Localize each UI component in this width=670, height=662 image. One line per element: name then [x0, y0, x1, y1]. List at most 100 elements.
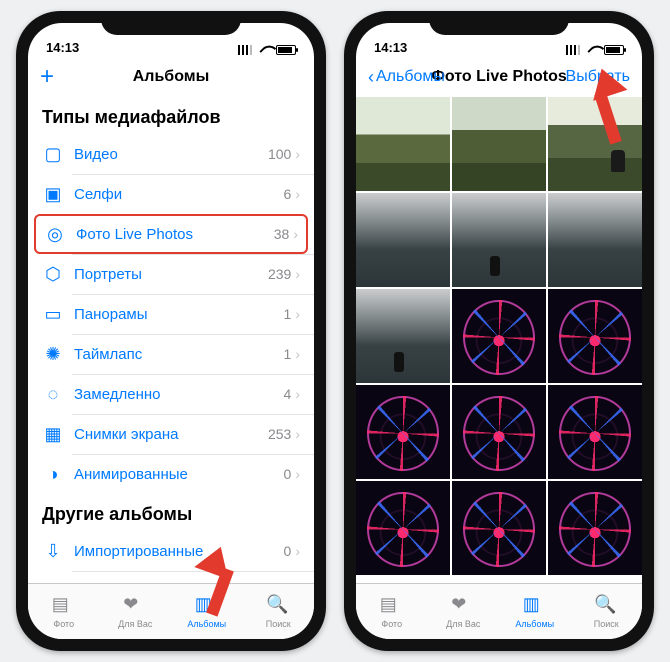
- photo-thumb[interactable]: [548, 385, 642, 479]
- album-label: Селфи: [74, 186, 284, 203]
- battery-icon: [604, 45, 624, 55]
- album-label: Анимированные: [74, 466, 284, 483]
- foryou-tab-icon: ❤: [451, 595, 475, 617]
- album-row-import[interactable]: ⇩Импортированные0›: [28, 531, 314, 571]
- navbar-title: Фото Live Photos: [431, 68, 567, 86]
- photo-thumb[interactable]: [452, 385, 546, 479]
- plus-icon: +: [40, 65, 54, 89]
- photo-grid-container[interactable]: [356, 97, 642, 583]
- photo-thumb[interactable]: [356, 289, 450, 383]
- tab-для-вас[interactable]: ❤ Для Вас: [428, 584, 500, 639]
- wifi-icon: [258, 45, 272, 55]
- album-row-animated[interactable]: ◑Анимированные0›: [28, 454, 314, 494]
- battery-icon: [276, 45, 296, 55]
- album-row-hidden[interactable]: 👁Скрытые0›: [28, 571, 314, 583]
- pano-icon: ▭: [42, 303, 64, 325]
- tab-label: Для Вас: [446, 619, 480, 629]
- album-row-video[interactable]: ▢ Видео100›: [28, 134, 314, 174]
- chevron-right-icon: ›: [295, 346, 300, 362]
- photo-thumb[interactable]: [356, 193, 450, 287]
- album-count: 0: [284, 466, 292, 482]
- live-icon: ◎: [44, 223, 66, 245]
- album-label: Видео: [74, 146, 268, 163]
- album-count: 4: [284, 386, 292, 402]
- photo-thumb[interactable]: [356, 481, 450, 575]
- tab-label: Альбомы: [515, 619, 554, 629]
- chevron-right-icon: ›: [295, 146, 300, 162]
- photo-thumb[interactable]: [548, 193, 642, 287]
- album-label: Снимки экрана: [74, 426, 268, 443]
- screen-right: 14:13 ‹ Альбомы Фото Live Photos Выбрать…: [356, 23, 642, 639]
- album-count: 6: [284, 186, 292, 202]
- search-tab-icon: 🔍: [266, 595, 290, 617]
- album-row-portrait[interactable]: ⬡Портреты239›: [28, 254, 314, 294]
- tab-альбомы[interactable]: ▥ Альбомы: [499, 584, 571, 639]
- tab-label: Поиск: [594, 619, 619, 629]
- foryou-tab-icon: ❤: [123, 595, 147, 617]
- album-row-slomo[interactable]: ◌Замедленно4›: [28, 374, 314, 414]
- status-icons: [238, 45, 296, 55]
- photo-thumb[interactable]: [452, 481, 546, 575]
- chevron-right-icon: ›: [295, 386, 300, 402]
- album-row-screenshot[interactable]: ▦Снимки экрана253›: [28, 414, 314, 454]
- navbar-title: Альбомы: [133, 68, 210, 86]
- notch: [101, 11, 241, 35]
- albums-list[interactable]: Типы медиафайлов▢Видео100›▣Селфи6›◎Фото …: [28, 97, 314, 583]
- album-count: 0: [284, 543, 292, 559]
- slomo-icon: ◌: [42, 383, 64, 405]
- tab-фото[interactable]: ▤ Фото: [28, 584, 100, 639]
- notch: [429, 11, 569, 35]
- status-time: 14:13: [374, 40, 407, 55]
- chevron-right-icon: ›: [295, 266, 300, 282]
- chevron-right-icon: ›: [295, 543, 300, 559]
- album-row-selfie[interactable]: ▣Селфи6›: [28, 174, 314, 214]
- photo-thumb[interactable]: [452, 289, 546, 383]
- photo-grid: [356, 97, 642, 575]
- photo-thumb[interactable]: [452, 193, 546, 287]
- album-count: 100: [268, 146, 291, 162]
- add-album-button[interactable]: +: [40, 65, 54, 89]
- album-row-timelapse[interactable]: ✺Таймлапс1›: [28, 334, 314, 374]
- tab-фото[interactable]: ▤Фото: [356, 584, 428, 639]
- tab-label: Для Вас: [118, 619, 152, 629]
- status-icons: [566, 45, 624, 55]
- photo-thumb[interactable]: [356, 97, 450, 191]
- navbar-albums: + Альбомы: [28, 57, 314, 97]
- section-header: Другие альбомы: [28, 494, 314, 531]
- album-count: 253: [268, 426, 291, 442]
- photo-thumb[interactable]: [452, 97, 546, 191]
- tab-bar: ▤Фото ❤ Для Вас ▥ Альбомы 🔍Поиск: [356, 583, 642, 639]
- chevron-right-icon: ›: [293, 226, 298, 242]
- cell-signal-icon: [238, 45, 254, 55]
- photos-tab-icon: ▤: [52, 595, 76, 617]
- back-button[interactable]: ‹ Альбомы: [368, 68, 445, 86]
- section-header: Типы медиафайлов: [28, 97, 314, 134]
- album-count: 1: [284, 306, 292, 322]
- hidden-icon: 👁: [42, 580, 64, 583]
- import-icon: ⇩: [42, 540, 64, 562]
- chevron-right-icon: ›: [295, 306, 300, 322]
- tab-поиск[interactable]: 🔍Поиск: [571, 584, 643, 639]
- photo-thumb[interactable]: [356, 385, 450, 479]
- wifi-icon: [586, 45, 600, 55]
- photo-thumb[interactable]: [548, 97, 642, 191]
- timelapse-icon: ✺: [42, 343, 64, 365]
- screenshot-icon: ▦: [42, 423, 64, 445]
- photo-thumb[interactable]: [548, 481, 642, 575]
- photos-tab-icon: ▤: [380, 595, 404, 617]
- album-count: 1: [284, 346, 292, 362]
- tab-label: Альбомы: [187, 619, 226, 629]
- chevron-right-icon: ›: [295, 186, 300, 202]
- album-row-live[interactable]: ◎Фото Live Photos38›: [34, 214, 308, 254]
- albums-tab-icon: ▥: [523, 595, 547, 617]
- tab-label: Фото: [53, 619, 74, 629]
- tab-label: Поиск: [266, 619, 291, 629]
- album-label: Скрытые: [74, 583, 284, 584]
- photo-thumb[interactable]: [548, 289, 642, 383]
- tab-для-вас[interactable]: ❤ Для Вас: [100, 584, 172, 639]
- album-row-pano[interactable]: ▭ Панорамы1›: [28, 294, 314, 334]
- album-label: Панорамы: [74, 306, 284, 323]
- album-label: Фото Live Photos: [76, 226, 274, 243]
- tab-поиск[interactable]: 🔍 Поиск: [243, 584, 315, 639]
- video-icon: ▢: [42, 143, 64, 165]
